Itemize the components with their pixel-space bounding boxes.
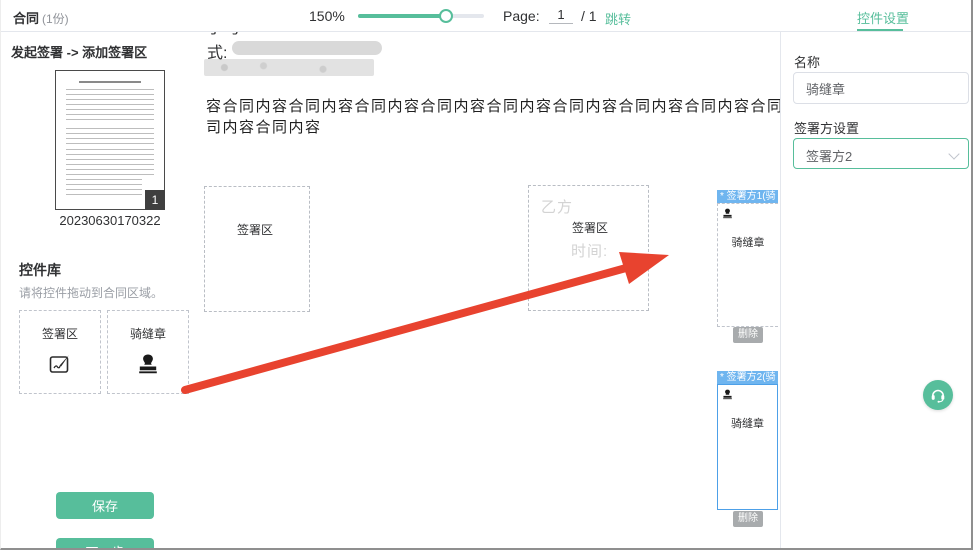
zoom-slider-handle[interactable] [439, 9, 453, 23]
app-window: 手写 式: 容合同内容合同内容合同内容合同内容合同内容合同内容合同内容合同内容合… [0, 0, 973, 550]
page-thumbnail[interactable]: 1 [55, 70, 165, 210]
signer-select-value: 签署方2 [806, 146, 852, 165]
name-field-label: 名称 [794, 52, 820, 71]
signature-zone-1[interactable]: 签署区 [204, 186, 310, 312]
document-paragraph: 容合同内容合同内容合同内容合同内容合同内容合同内容合同内容合同内容合同 司内容合… [206, 96, 780, 138]
underlying-doc-text: 时间: [571, 240, 608, 261]
thumbnail-title-line [79, 81, 142, 83]
sidebar-heading: 发起签署 -> 添加签署区 [11, 42, 147, 61]
stamp-icon [721, 207, 734, 220]
signature-zone-label: 签署区 [237, 221, 273, 238]
contract-title: 合同(1份) [13, 8, 69, 27]
delete-button[interactable]: 删除 [733, 327, 763, 343]
signature-icon [47, 351, 73, 377]
tab-active-underline [857, 29, 903, 31]
redacted-text-block [204, 59, 374, 76]
control-library-title: 控件库 [19, 260, 61, 280]
zoom-slider[interactable] [358, 14, 484, 18]
paging-seal-box-selected[interactable]: 骑缝章 [717, 384, 778, 510]
signer-header-badge: * 签署方1(骑 [717, 190, 778, 203]
signer-select[interactable]: 签署方2 [793, 138, 969, 169]
draggable-signature-zone-control[interactable]: 签署区 [19, 310, 101, 394]
thumbnail-text-lines [66, 89, 154, 123]
headset-icon [929, 386, 947, 404]
contract-title-text: 合同 [13, 11, 39, 26]
page-number-badge: 1 [145, 190, 165, 210]
redacted-text-block [232, 41, 382, 55]
page-jump-link[interactable]: 跳转 [605, 9, 631, 28]
chevron-down-icon [950, 150, 958, 158]
thumbnail-text-lines [66, 179, 142, 199]
thumbnail-text-lines [66, 149, 154, 179]
stamp-icon [721, 388, 734, 401]
thumbnail-text-lines [66, 128, 154, 144]
signature-zone-label: 签署区 [571, 219, 609, 236]
tab-control-settings[interactable]: 控件设置 [857, 8, 909, 27]
control-label: 骑缝章 [108, 325, 188, 342]
contract-count: (1份) [42, 12, 69, 26]
paging-seal-box[interactable]: 骑缝章 [717, 203, 778, 327]
stamp-icon [135, 351, 161, 377]
signer-setting-label: 签署方设置 [794, 118, 859, 137]
delete-button[interactable]: 删除 [733, 511, 763, 527]
page-label: Page: [503, 8, 540, 24]
page-number-input[interactable] [549, 6, 573, 24]
document-text-line: 式: [207, 39, 227, 63]
signer-header-badge: * 签署方2(骑 [717, 371, 778, 384]
customer-service-button[interactable] [923, 380, 953, 410]
document-filename: 20230630170322 [55, 213, 165, 228]
page-total: / 1 [581, 8, 597, 24]
paging-seal-label: 骑缝章 [718, 415, 777, 431]
draggable-paging-seal-control[interactable]: 骑缝章 [107, 310, 189, 394]
top-toolbar: 合同(1份) 150% Page: / 1 跳转 控件设置 [1, 0, 971, 32]
control-settings-panel: 名称 签署方设置 签署方2 [780, 32, 973, 550]
signature-zone-2[interactable]: 乙方 签署区 时间: [528, 185, 649, 311]
underlying-doc-text: 乙方 [541, 196, 573, 217]
save-button[interactable]: 保存 [56, 492, 154, 519]
control-name-input[interactable] [793, 72, 969, 104]
next-step-button[interactable]: 下一步 [56, 538, 154, 550]
control-label: 签署区 [20, 325, 100, 342]
zoom-level-value: 150% [309, 8, 345, 24]
zoom-slider-fill [358, 14, 446, 18]
paging-seal-label: 骑缝章 [718, 234, 778, 250]
control-library-hint: 请将控件拖动到合同区域。 [19, 284, 163, 301]
